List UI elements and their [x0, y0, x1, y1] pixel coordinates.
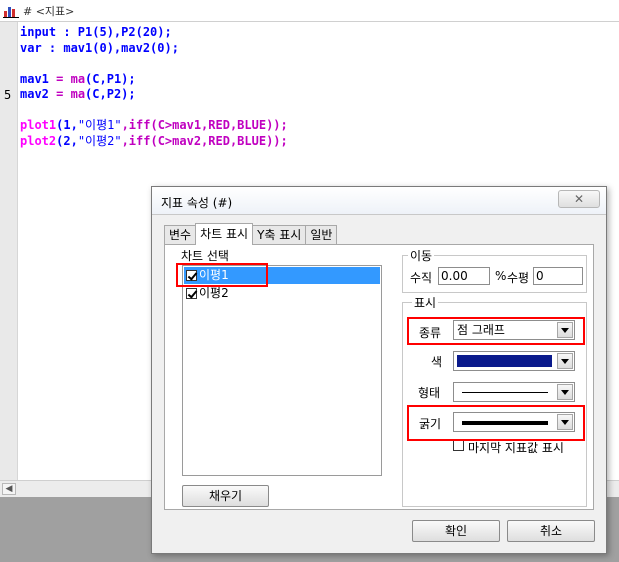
chevron-down-icon[interactable]	[557, 353, 573, 369]
thickness-select[interactable]	[453, 412, 575, 432]
code-text: ,iff(C>mav1,RED,BLUE));	[121, 118, 288, 132]
chart-list[interactable]: 이평1 이평2	[182, 265, 382, 476]
chevron-down-icon[interactable]	[557, 322, 573, 338]
color-select[interactable]	[453, 351, 575, 371]
code-text: : P1(5),P2(20);	[56, 25, 172, 39]
cancel-button[interactable]: 취소	[507, 520, 595, 542]
operator: =	[48, 87, 71, 101]
horizontal-input[interactable]	[533, 267, 583, 285]
code-line: var : mav1(0),mav2(0);	[20, 41, 288, 57]
indicator-properties-dialog: 지표 속성 (#) ✕ 변수 차트 표시 Y축 표시 일반 차트 선택 이평1 …	[151, 186, 607, 554]
code-line: plot2(2,"이평2",iff(C>mav2,RED,BLUE));	[20, 134, 288, 150]
tab-chart-display[interactable]: 차트 표시	[195, 223, 254, 245]
variable: mav1	[20, 71, 49, 86]
function-name: plot2	[20, 133, 57, 148]
tab-bar: 변수 차트 표시 Y축 표시 일반	[164, 223, 338, 245]
close-icon: ✕	[573, 192, 585, 206]
color-label: 색	[431, 355, 443, 369]
thick-line-sample	[462, 421, 548, 425]
code-text: (1,	[56, 118, 78, 132]
code-line: plot1(1,"이평1",iff(C>mav1,RED,BLUE));	[20, 118, 288, 134]
vertical-label: 수직	[410, 271, 433, 285]
editor-title-bar: # <지표>	[0, 0, 619, 22]
function-name: plot1	[20, 118, 57, 132]
keyword: var	[20, 40, 42, 55]
type-select[interactable]: 점 그래프	[453, 320, 575, 340]
thin-line-sample	[462, 392, 548, 393]
fill-button[interactable]: 채우기	[182, 485, 269, 507]
thickness-label: 굵기	[419, 417, 442, 431]
chart-display-panel: 차트 선택 이평1 이평2 채우기 이동 수직 % 수평	[164, 244, 594, 510]
display-label: 표시	[412, 294, 439, 311]
list-item-ma1[interactable]: 이평1	[184, 267, 380, 284]
last-value-label: 마지막 지표값 표시	[468, 441, 564, 455]
function-name: ma	[70, 71, 86, 86]
tab-variables[interactable]: 변수	[164, 225, 197, 245]
code-text: : mav1(0),mav2(0);	[41, 40, 179, 55]
dialog-title-bar[interactable]: 지표 속성 (#) ✕	[152, 187, 606, 215]
editor-title: # <지표>	[23, 4, 75, 18]
dialog-title: 지표 속성 (#)	[161, 196, 233, 210]
string-literal: "이평2"	[77, 133, 122, 148]
function-name: ma	[70, 87, 86, 101]
shape-label: 형태	[418, 386, 441, 400]
chart-select-label: 차트 선택	[179, 247, 231, 264]
shape-select[interactable]	[453, 382, 575, 402]
keyword: input	[20, 25, 57, 39]
horizontal-label: 수평	[507, 271, 530, 285]
code-text: ,iff(C>mav2,RED,BLUE));	[121, 133, 288, 148]
checkbox-icon[interactable]	[186, 270, 197, 281]
percent-label: %	[495, 269, 507, 283]
list-item-label: 이평2	[199, 286, 229, 300]
list-item-ma2[interactable]: 이평2	[184, 285, 380, 302]
type-label: 종류	[419, 326, 442, 340]
type-select-value: 점 그래프	[457, 323, 505, 337]
tab-general[interactable]: 일반	[305, 225, 338, 245]
code-line: mav1 = ma(C,P1);	[20, 72, 288, 88]
screen: # <지표> 5 input : P1(5),P2(20); var : mav…	[0, 0, 619, 562]
code-line: mav2 = ma(C,P2);	[20, 87, 288, 103]
chart-icon	[3, 3, 19, 18]
move-label: 이동	[408, 247, 435, 264]
line-number: 5	[4, 88, 12, 102]
code-text: (C,P1);	[85, 71, 136, 86]
code-area[interactable]: input : P1(5),P2(20); var : mav1(0),mav2…	[20, 25, 288, 149]
tab-y-axis-display[interactable]: Y축 표시	[252, 225, 307, 245]
code-text: (2,	[56, 133, 78, 148]
vertical-input[interactable]	[438, 267, 490, 285]
chevron-down-icon[interactable]	[557, 414, 573, 430]
color-swatch	[457, 355, 552, 367]
list-item-label: 이평1	[199, 268, 229, 282]
scroll-left-icon[interactable]: ◀	[2, 483, 16, 495]
variable: mav2	[20, 87, 49, 101]
chevron-down-icon[interactable]	[557, 384, 573, 400]
code-text: (C,P2);	[85, 87, 136, 101]
string-literal: "이평1"	[77, 118, 122, 132]
code-line: input : P1(5),P2(20);	[20, 25, 288, 41]
close-button[interactable]: ✕	[558, 190, 600, 208]
operator: =	[48, 71, 71, 86]
last-value-checkbox[interactable]	[453, 440, 464, 451]
line-number-gutter: 5	[0, 22, 18, 480]
checkbox-icon[interactable]	[186, 288, 197, 299]
ok-button[interactable]: 확인	[412, 520, 500, 542]
